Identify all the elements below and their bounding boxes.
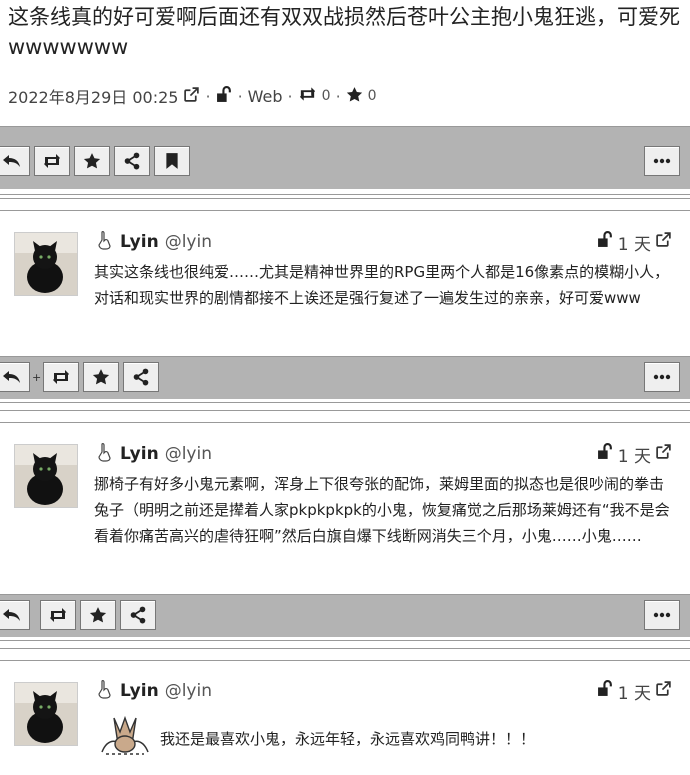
meta-separator: · — [335, 86, 341, 106]
reply-header: Lyin @lyin — [96, 679, 212, 703]
unlock-icon — [597, 443, 614, 465]
divider — [0, 648, 690, 649]
bookmark-button[interactable] — [154, 146, 190, 176]
divider — [0, 422, 690, 423]
external-link-icon[interactable] — [655, 231, 672, 253]
reply-icon — [3, 609, 20, 621]
status-timestamp[interactable]: 2022年8月29日 00:25 — [8, 84, 178, 108]
external-link-icon[interactable] — [655, 680, 672, 702]
author-name[interactable]: Lyin — [120, 681, 159, 701]
repeat-icon — [298, 86, 317, 106]
meta-separator: · — [205, 86, 211, 106]
favorite-button[interactable] — [80, 600, 116, 630]
star-icon — [89, 607, 107, 623]
emoji-sticker — [96, 714, 154, 762]
meta-separator: · — [237, 86, 243, 106]
author-handle[interactable]: @lyin — [165, 681, 212, 701]
more-button[interactable] — [644, 362, 680, 392]
more-button[interactable] — [644, 146, 680, 176]
star-icon — [93, 369, 110, 385]
reply-icon — [3, 371, 20, 383]
reply-item: Lyin @lyin 1 天 其实这条线也很纯爱……尤其是精神世界里的RPG里两… — [0, 216, 690, 356]
share-icon — [130, 606, 146, 624]
bot-hand-icon — [96, 442, 114, 467]
reply-count-indicator: + — [32, 370, 42, 384]
star-icon — [346, 86, 363, 107]
more-button[interactable] — [644, 600, 680, 630]
reply-text: 挪椅子有好多小鬼元素啊，浑身上下很夸张的配饰，莱姆里面的拟态也是很吵闹的拳击兔子… — [94, 475, 670, 545]
divider — [0, 198, 690, 199]
author-name[interactable]: Lyin — [120, 232, 159, 252]
author-handle[interactable]: @lyin — [165, 444, 212, 464]
unlock-icon — [597, 231, 614, 253]
reply-button[interactable] — [0, 146, 30, 176]
reply-action-bar: + — [0, 356, 690, 399]
reply-item: Lyin @lyin 1 天 我还是最喜欢小鬼，永远年轻，永远喜欢鸡同鸭讲！！！ — [0, 666, 690, 775]
more-icon — [653, 374, 671, 380]
reply-button[interactable] — [0, 362, 30, 392]
share-icon — [124, 152, 140, 170]
reply-icon — [3, 155, 20, 167]
share-button[interactable] — [120, 600, 156, 630]
repeat-button[interactable] — [40, 600, 76, 630]
bot-hand-icon — [96, 679, 114, 704]
meta-separator: · — [287, 86, 293, 106]
unlock-icon — [597, 680, 614, 702]
external-link-icon[interactable] — [655, 443, 672, 465]
star-icon — [83, 153, 101, 169]
status-source: Web — [247, 86, 283, 106]
divider — [0, 640, 690, 641]
divider — [0, 210, 690, 211]
share-icon — [133, 368, 149, 386]
repeat-count: 0 — [321, 88, 331, 104]
avatar[interactable] — [14, 682, 78, 746]
reply-text: 其实这条线也很纯爱……尤其是精神世界里的RPG里两个人都是16像素点的模糊小人，… — [94, 263, 670, 307]
reply-header: Lyin @lyin — [96, 230, 212, 254]
reply-info: 1 天 — [597, 679, 672, 704]
share-button[interactable] — [123, 362, 160, 392]
reply-header: Lyin @lyin — [96, 442, 212, 466]
reply-action-bar — [0, 594, 690, 637]
reply-info: 1 天 — [597, 230, 672, 255]
external-link-icon[interactable] — [183, 86, 200, 107]
repeat-icon — [44, 154, 60, 168]
status-title: 这条线真的好可爱啊后面还有双双战损然后苍叶公主抱小鬼狂逃，可爱死wwwwwww — [8, 5, 680, 59]
unlock-icon — [216, 85, 233, 107]
reply-age[interactable]: 1 天 — [618, 230, 651, 255]
avatar[interactable] — [14, 232, 78, 296]
favorite-button[interactable] — [74, 146, 110, 176]
repeat-icon — [50, 608, 66, 622]
avatar[interactable] — [14, 444, 78, 508]
reply-button[interactable] — [0, 600, 30, 630]
divider — [0, 410, 690, 411]
divider — [0, 660, 690, 661]
author-name[interactable]: Lyin — [120, 444, 159, 464]
status-meta: 2022年8月29日 00:25 · · Web · 0 · 0 — [8, 84, 377, 108]
reply-age[interactable]: 1 天 — [618, 679, 651, 704]
status-action-bar — [0, 126, 690, 189]
reply-item: Lyin @lyin 1 天 挪椅子有好多小鬼元素啊，浑身上下很夸张的配饰，莱姆… — [0, 428, 690, 594]
favorite-button[interactable] — [83, 362, 120, 392]
share-button[interactable] — [114, 146, 150, 176]
repeat-icon — [53, 370, 70, 384]
reply-age[interactable]: 1 天 — [618, 442, 651, 467]
repeat-button[interactable] — [43, 362, 80, 392]
bookmark-icon — [166, 153, 178, 169]
more-icon — [653, 612, 671, 618]
repeat-button[interactable] — [34, 146, 70, 176]
more-icon — [653, 158, 671, 164]
reply-text: 我还是最喜欢小鬼，永远年轻，永远喜欢鸡同鸭讲！！！ — [160, 730, 536, 748]
divider — [0, 402, 690, 403]
bot-hand-icon — [96, 230, 114, 255]
reply-info: 1 天 — [597, 442, 672, 467]
fav-count: 0 — [367, 88, 377, 104]
divider — [0, 194, 690, 195]
author-handle[interactable]: @lyin — [165, 232, 212, 252]
